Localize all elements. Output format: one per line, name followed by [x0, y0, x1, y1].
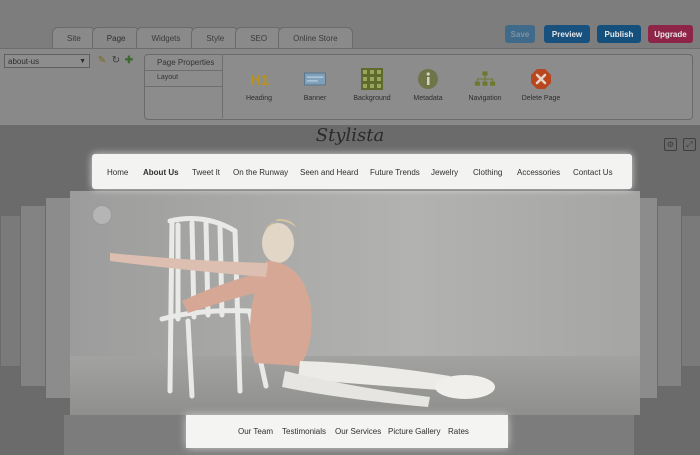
panel-divider [144, 86, 222, 87]
heading-tool[interactable]: H1 Heading [229, 68, 289, 102]
nav-item-home[interactable]: Home [107, 168, 128, 177]
editor-tabs: Site Page Widgets Style SEO Online Store [52, 27, 353, 49]
info-icon [417, 68, 439, 90]
site-main-nav: Home About Us Tweet It On the Runway See… [92, 154, 632, 189]
banner-tool[interactable]: Banner [285, 68, 345, 102]
sitemap-icon [474, 68, 496, 90]
hero-image [70, 191, 640, 415]
navigation-tool-label: Navigation [468, 95, 502, 102]
refresh-icon[interactable]: ↻ [111, 55, 121, 67]
subnav-item-our-services[interactable]: Our Services [335, 427, 381, 436]
heading-tool-label: Heading [245, 95, 273, 102]
subnav-item-picture-gallery[interactable]: Picture Gallery [388, 427, 440, 436]
site-sub-nav: Our Team Testimonials Our Services Pictu… [186, 415, 508, 448]
svg-text:H1: H1 [250, 72, 269, 89]
nav-item-about-us[interactable]: About Us [143, 168, 179, 177]
add-page-icon[interactable]: ✚ [124, 55, 134, 67]
layout-tab[interactable]: Layout [157, 74, 178, 81]
panel-divider [144, 70, 222, 71]
page-select-value: about-us [8, 57, 40, 66]
tab-widgets[interactable]: Widgets [136, 27, 196, 48]
subnav-item-testimonials[interactable]: Testimonials [282, 427, 326, 436]
nav-item-future-trends[interactable]: Future Trends [370, 168, 420, 177]
delete-page-tool[interactable]: Delete Page [511, 68, 571, 102]
delete-icon [530, 68, 552, 90]
tab-online-store[interactable]: Online Store [278, 27, 353, 48]
settings-icon[interactable]: ⚙ [664, 138, 677, 151]
nav-item-accessories[interactable]: Accessories [517, 168, 560, 177]
nav-item-on-the-runway[interactable]: On the Runway [233, 168, 288, 177]
nav-item-contact-us[interactable]: Contact Us [573, 168, 613, 177]
background-grid-icon [361, 68, 383, 90]
tab-page[interactable]: Page [91, 27, 141, 49]
nav-item-tweet-it[interactable]: Tweet It [192, 168, 220, 177]
nav-item-jewelry[interactable]: Jewelry [431, 168, 458, 177]
expand-icon[interactable]: ⤢ [683, 138, 696, 151]
save-button[interactable]: Save [505, 25, 535, 43]
navigation-tool[interactable]: Navigation [455, 68, 515, 102]
metadata-tool[interactable]: Metadata [398, 68, 458, 102]
hero-badge [92, 205, 112, 225]
site-logo: Stylista [315, 125, 385, 146]
preview-button[interactable]: Preview [544, 25, 590, 43]
tab-seo[interactable]: SEO [235, 27, 283, 48]
pencil-icon[interactable]: ✎ [97, 55, 107, 67]
nav-item-seen-and-heard[interactable]: Seen and Heard [300, 168, 358, 177]
nav-item-clothing[interactable]: Clothing [473, 168, 502, 177]
chevron-down-icon: ▼ [79, 58, 86, 65]
banner-icon [304, 68, 326, 90]
h1-heading-icon: H1 [248, 68, 270, 90]
page-properties-title: Page Properties [157, 58, 215, 67]
tab-style[interactable]: Style [191, 27, 240, 48]
publish-button[interactable]: Publish [597, 25, 641, 43]
subnav-item-our-team[interactable]: Our Team [238, 427, 273, 436]
upgrade-button[interactable]: Upgrade [648, 25, 693, 43]
background-tool-label: Background [353, 95, 391, 102]
tab-site[interactable]: Site [52, 27, 96, 48]
panel-divider [222, 54, 223, 118]
metadata-tool-label: Metadata [413, 95, 443, 102]
subnav-item-rates[interactable]: Rates [448, 427, 469, 436]
background-tool[interactable]: Background [342, 68, 402, 102]
page-select[interactable]: about-us ▼ [4, 54, 90, 68]
banner-tool-label: Banner [303, 95, 327, 102]
delete-page-tool-label: Delete Page [521, 95, 561, 102]
hero-photo-illustration [110, 216, 495, 407]
